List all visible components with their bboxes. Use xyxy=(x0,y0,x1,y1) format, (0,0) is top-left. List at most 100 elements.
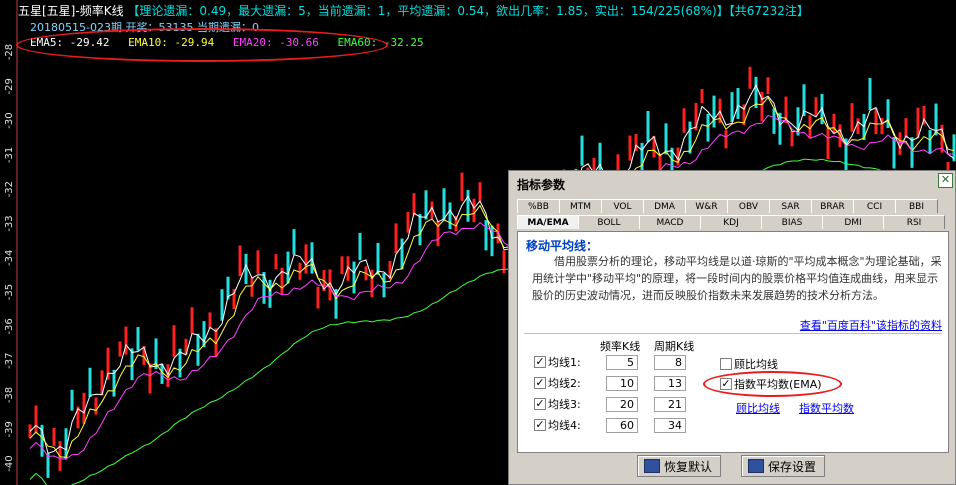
candle xyxy=(478,182,482,202)
candle xyxy=(640,142,644,173)
candle xyxy=(448,202,452,230)
tab-back-7[interactable]: BRAR xyxy=(811,199,854,213)
y-tick-label: -38 xyxy=(4,387,15,403)
restore-default-button[interactable]: 恢复默认 xyxy=(637,455,721,477)
gubi-link[interactable]: 顾比均线 xyxy=(736,400,780,416)
save-settings-button[interactable]: 保存设置 xyxy=(741,455,825,477)
candle xyxy=(442,188,446,221)
candle xyxy=(790,131,794,147)
candle xyxy=(70,389,74,411)
candle xyxy=(868,77,872,110)
ma2-period-input[interactable]: 13 xyxy=(654,376,686,391)
ma1-freq-input[interactable]: 5 xyxy=(606,355,638,370)
candle xyxy=(832,113,836,134)
restore-label: 恢复默认 xyxy=(664,459,713,474)
tab-back-3[interactable]: DMA xyxy=(643,199,686,213)
tab-back-9[interactable]: BBI xyxy=(895,199,938,213)
candle xyxy=(628,135,632,161)
ma3-checkbox[interactable]: ✓ xyxy=(534,398,546,410)
ma4-checkbox[interactable]: ✓ xyxy=(534,419,546,431)
candle xyxy=(256,250,260,274)
candle xyxy=(304,244,308,274)
candle xyxy=(772,108,776,134)
ma-row-2: ✓ 均线2: xyxy=(534,375,581,391)
candle xyxy=(418,213,422,246)
candle xyxy=(904,118,908,139)
candle xyxy=(472,198,476,223)
y-tick-label: -32 xyxy=(4,181,15,197)
candle xyxy=(118,341,122,357)
ema-highlight-ellipse xyxy=(703,371,842,397)
ma4-period-input[interactable]: 34 xyxy=(654,418,686,433)
candle xyxy=(268,279,272,308)
gubi-label: 顾比均线 xyxy=(734,358,778,371)
ma3-period-input[interactable]: 21 xyxy=(654,397,686,412)
candle xyxy=(484,220,488,251)
tab-back-0[interactable]: %BB xyxy=(517,199,560,213)
ma2-checkbox[interactable]: ✓ xyxy=(534,377,546,389)
candle xyxy=(754,76,758,109)
ma1-label: 均线1: xyxy=(548,356,581,369)
tab-front-2[interactable]: MACD xyxy=(639,215,701,229)
y-tick-label: -37 xyxy=(4,353,15,369)
candle xyxy=(700,88,704,104)
save-label: 保存设置 xyxy=(768,459,817,474)
tab-front-1[interactable]: BOLL xyxy=(578,215,640,229)
candle xyxy=(340,256,344,275)
candle xyxy=(274,254,278,270)
chart-window: -28 -29 -30 -31 -32 -33 -34 -35 -36 -37 -38 -39 -40 … xyxy=(0,0,956,485)
chart-title: 五星[五星]-频率K线 xyxy=(18,4,124,18)
tab-front-4[interactable]: BIAS xyxy=(761,215,823,229)
candle xyxy=(892,137,896,169)
close-icon[interactable]: ✕ xyxy=(938,173,953,188)
tab-back-1[interactable]: MTM xyxy=(559,199,602,213)
candle xyxy=(580,135,584,166)
save-icon xyxy=(748,459,764,473)
tab-back-5[interactable]: OBV xyxy=(727,199,770,213)
gubi-checkbox[interactable] xyxy=(720,358,732,370)
ma4-label: 均线4: xyxy=(548,419,581,432)
candle xyxy=(898,132,902,155)
candle xyxy=(712,95,716,128)
tab-front-5[interactable]: DMI xyxy=(822,215,884,229)
candle xyxy=(316,286,320,309)
candle xyxy=(124,326,128,355)
tab-back-4[interactable]: W&R xyxy=(685,199,728,213)
tab-row-front: MA/EMA BOLL MACD KDJ BIAS DMI RSI xyxy=(517,215,945,230)
ma4-freq-input[interactable]: 60 xyxy=(606,418,638,433)
y-tick-label: -30 xyxy=(4,112,15,128)
candle xyxy=(874,108,878,135)
ma-row-4: ✓ 均线4: xyxy=(534,417,581,433)
candle xyxy=(682,108,686,133)
candle xyxy=(664,123,668,155)
tab-back-6[interactable]: SAR xyxy=(769,199,812,213)
tab-front-3[interactable]: KDJ xyxy=(700,215,762,229)
candle xyxy=(730,92,734,123)
candle xyxy=(466,190,470,222)
candle xyxy=(190,307,194,334)
candle xyxy=(382,273,386,298)
candle xyxy=(850,103,854,132)
ma3-freq-input[interactable]: 20 xyxy=(606,397,638,412)
y-tick-label: -31 xyxy=(4,147,15,163)
candle xyxy=(928,130,932,154)
ma2-label: 均线2: xyxy=(548,377,581,390)
ma1-checkbox[interactable]: ✓ xyxy=(534,356,546,368)
tab-back-8[interactable]: CCI xyxy=(853,199,896,213)
divider xyxy=(524,333,942,334)
candle xyxy=(412,193,416,216)
ma2-freq-input[interactable]: 10 xyxy=(606,376,638,391)
tab-front-6[interactable]: RSI xyxy=(883,215,945,229)
candle xyxy=(88,367,92,398)
ma1-period-input[interactable]: 8 xyxy=(654,355,686,370)
ema-link[interactable]: 指数平均数 xyxy=(799,400,854,416)
panel-title: 移动平均线： xyxy=(526,239,599,253)
candle xyxy=(358,232,362,261)
candle xyxy=(238,245,242,277)
baike-link[interactable]: 查看"百度百科"该指标的资料 xyxy=(800,317,942,333)
panel-description: 借用股票分析的理论，移动平均线是以道·琼斯的"平均成本概念"为理论基础，采用统计… xyxy=(532,255,942,302)
candle xyxy=(460,172,464,201)
tab-front-0[interactable]: MA/EMA xyxy=(517,215,579,229)
candle xyxy=(646,110,650,143)
tab-back-2[interactable]: VOL xyxy=(601,199,644,213)
